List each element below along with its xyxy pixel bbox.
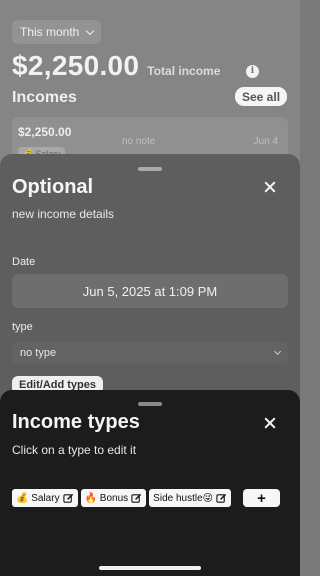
date-picker[interactable]: Jun 5, 2025 at 1:09 PM (12, 274, 288, 308)
type-select[interactable]: no type (12, 342, 288, 364)
sheet-grabber[interactable] (138, 167, 162, 171)
edit-icon[interactable] (62, 493, 74, 504)
income-type-chips: 💰 Salary 🔥 Bonus Side hustle😜 (12, 489, 232, 507)
period-selector[interactable]: This month (12, 20, 102, 44)
close-icon[interactable] (263, 416, 277, 430)
add-type-button[interactable]: + (243, 489, 280, 507)
optional-title: Optional (12, 176, 94, 198)
income-types-title: Income types (12, 411, 140, 433)
plus-icon: + (257, 489, 266, 507)
type-chip-side-hustle[interactable]: Side hustle😜 (149, 489, 232, 507)
type-label: type (12, 321, 33, 333)
home-indicator (99, 566, 201, 570)
income-amount: $2,250.00 (18, 125, 72, 139)
total-income-row: $2,250.00 Total income (12, 50, 220, 82)
type-chip-label: 💰 Salary (16, 492, 60, 504)
chevron-down-icon (273, 347, 282, 356)
incomes-title: Incomes (12, 89, 77, 106)
income-date: Jun 4 (253, 136, 278, 147)
type-chip-label: Side hustle😜 (153, 492, 214, 504)
type-chip-salary[interactable]: 💰 Salary (12, 489, 78, 507)
edit-icon[interactable] (216, 493, 227, 504)
see-all-button[interactable]: See all (235, 87, 288, 106)
type-select-value: no type (20, 347, 57, 359)
total-amount: $2,250.00 (12, 50, 140, 81)
total-label: Total income (147, 64, 221, 78)
info-icon[interactable]: i (246, 65, 259, 78)
type-chip-label: 🔥 Bonus (84, 492, 129, 504)
close-icon[interactable] (263, 180, 277, 194)
chevron-down-icon (86, 26, 95, 35)
period-label: This month (20, 25, 80, 39)
edit-icon[interactable] (131, 493, 142, 504)
type-chip-bonus[interactable]: 🔥 Bonus (80, 489, 147, 507)
optional-subtitle: new income details (12, 207, 115, 221)
sheet-grabber[interactable] (138, 402, 162, 406)
income-types-subtitle: Click on a type to edit it (12, 443, 137, 457)
income-note: no note (122, 136, 156, 147)
date-label: Date (12, 256, 36, 268)
